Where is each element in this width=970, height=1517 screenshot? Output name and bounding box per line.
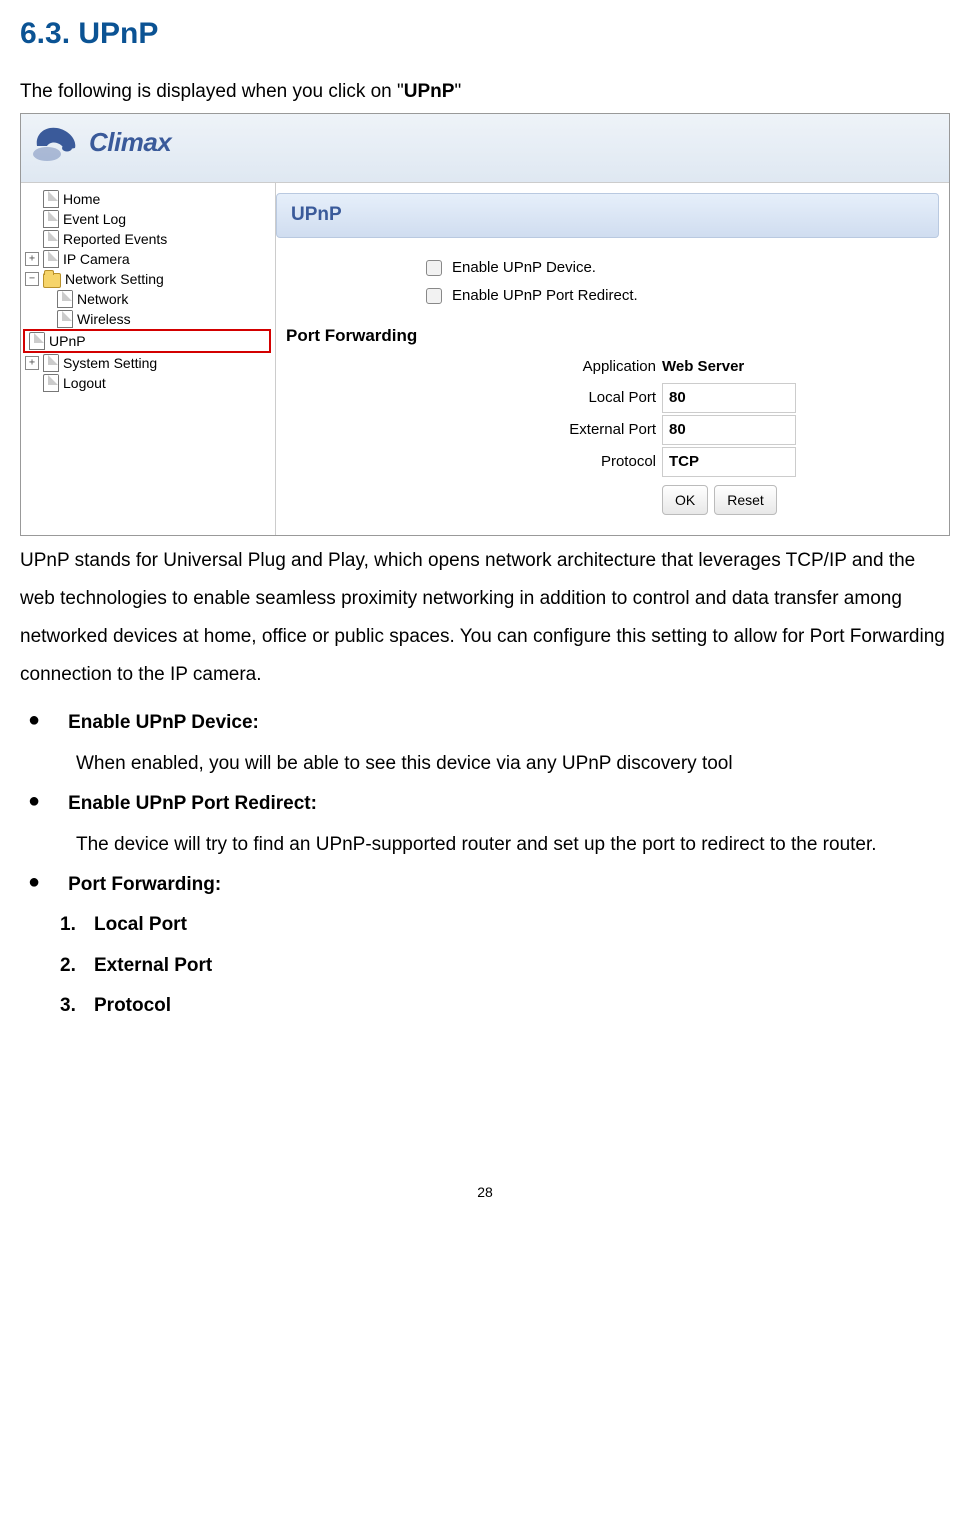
checkbox-icon[interactable] [426, 260, 442, 276]
nav-event-log[interactable]: Event Log [25, 209, 271, 229]
list-item: 1.Local Port [60, 910, 950, 940]
intro-suffix: " [454, 81, 461, 102]
ok-button[interactable]: OK [662, 485, 708, 515]
enable-upnp-redirect-row: Enable UPnP Port Redirect. [426, 284, 949, 308]
nav-upnp[interactable]: UPnP [23, 329, 271, 353]
main-panel: UPnP Enable UPnP Device. Enable UPnP Por… [276, 183, 949, 535]
protocol-input[interactable]: TCP [662, 447, 796, 477]
intro-line: The following is displayed when you clic… [20, 77, 950, 107]
logo-area: Climax [31, 120, 171, 164]
bullet-body: When enabled, you will be able to see th… [76, 749, 950, 779]
section-heading: 6.3. UPnP [20, 10, 950, 58]
application-label: Application [276, 355, 662, 379]
list-item: 2.External Port [60, 951, 950, 981]
external-port-label: External Port [276, 418, 662, 442]
nav-network-setting[interactable]: −Network Setting [25, 269, 271, 289]
numbered-list: 1.Local Port 2.External Port 3.Protocol [60, 910, 950, 1021]
nav-tree: Home Event Log Reported Events +IP Camer… [21, 183, 276, 535]
page-number: 28 [20, 1181, 950, 1203]
intro-prefix: The following is displayed when you clic… [20, 81, 404, 102]
nav-system-setting[interactable]: +System Setting [25, 353, 271, 373]
nav-network[interactable]: Network [25, 289, 271, 309]
bullet-icon: ● [28, 870, 40, 894]
nav-logout[interactable]: Logout [25, 373, 271, 393]
bullet-title: Port Forwarding: [68, 870, 221, 900]
protocol-label: Protocol [276, 450, 662, 474]
local-port-label: Local Port [276, 386, 662, 410]
intro-bold: UPnP [404, 81, 455, 102]
enable-upnp-device-row: Enable UPnP Device. [426, 256, 949, 280]
list-item: 3.Protocol [60, 991, 950, 1021]
nav-home[interactable]: Home [25, 189, 271, 209]
nav-ip-camera[interactable]: +IP Camera [25, 249, 271, 269]
page-icon [43, 230, 59, 248]
application-value: Web Server [662, 353, 788, 381]
checkbox-icon[interactable] [426, 288, 442, 304]
expand-icon[interactable]: + [25, 252, 39, 266]
page-icon [43, 250, 59, 268]
bullet-title: Enable UPnP Device: [68, 708, 259, 738]
bullet-icon: ● [28, 708, 40, 732]
bullet-icon: ● [28, 789, 40, 813]
bullet-title: Enable UPnP Port Redirect: [68, 789, 317, 819]
page-icon [57, 290, 73, 308]
bullet-body: The device will try to find an UPnP-supp… [76, 830, 950, 860]
screenshot-container: Climax Home Event Log Reported Events +I… [20, 113, 950, 536]
local-port-input[interactable]: 80 [662, 383, 796, 413]
camera-logo-icon [31, 120, 83, 164]
app-header: Climax [21, 114, 949, 183]
expand-icon[interactable]: + [25, 356, 39, 370]
bullet-list: ● Enable UPnP Device: When enabled, you w… [20, 708, 950, 1021]
panel-title: UPnP [276, 193, 939, 237]
reset-button[interactable]: Reset [714, 485, 777, 515]
checkbox-label: Enable UPnP Port Redirect. [452, 284, 638, 308]
folder-open-icon [43, 273, 61, 288]
page-icon [43, 374, 59, 392]
description-paragraph: UPnP stands for Universal Plug and Play,… [20, 542, 950, 694]
collapse-icon[interactable]: − [25, 272, 39, 286]
checkbox-label: Enable UPnP Device. [452, 256, 596, 280]
page-icon [43, 354, 59, 372]
page-icon [57, 310, 73, 328]
page-icon [29, 332, 45, 350]
nav-reported-events[interactable]: Reported Events [25, 229, 271, 249]
page-icon [43, 190, 59, 208]
page-icon [43, 210, 59, 228]
nav-wireless[interactable]: Wireless [25, 309, 271, 329]
external-port-input[interactable]: 80 [662, 415, 796, 445]
logo-text: Climax [89, 122, 171, 164]
port-forwarding-subtitle: Port Forwarding [286, 322, 949, 349]
